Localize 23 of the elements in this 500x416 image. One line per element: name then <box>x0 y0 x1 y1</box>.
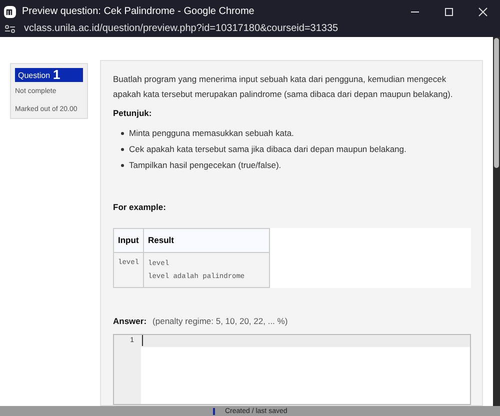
hint-text: Cek apakah kata tersebut sama jika dibaca dari depan maupun belakang. <box>129 143 406 156</box>
text-cursor <box>142 335 143 346</box>
column-header: Input <box>114 228 144 252</box>
scrollbar[interactable] <box>493 37 500 406</box>
answer-label: Answer: <box>113 314 147 328</box>
bullet-icon <box>121 148 124 152</box>
bullet-icon <box>121 132 124 136</box>
site-settings-icon[interactable] <box>4 24 16 34</box>
hints-heading: Petunjuk: <box>113 107 153 120</box>
question-label: Question <box>18 72 50 82</box>
bullet-icon <box>121 164 124 168</box>
hint-text: Tampilkan hasil pengecekan (true/false). <box>129 159 282 172</box>
penalty-text: (penalty regime: 5, 10, 20, 22, ... %) <box>152 314 288 328</box>
column-header: Result <box>144 228 270 252</box>
question-number: 1 <box>53 68 60 82</box>
maximize-icon[interactable] <box>444 6 454 16</box>
app-icon <box>4 6 16 18</box>
example-heading: For example: <box>113 200 167 214</box>
question-text: Buatlah program yang menerima input sebuah kata dari pengguna, kemudian mengecek apakah kata tersebut merupakan palindrome (sama dibaca dari depan maupun belakang). <box>113 73 454 101</box>
url-text[interactable]: vclass.unila.ac.id/question/preview.php?id=10317180&courseid=31335 <box>24 24 338 34</box>
window-title: Preview question: Cek Palindrome - Google Chrome <box>22 5 256 19</box>
close-icon[interactable] <box>478 6 488 16</box>
hint-text: Minta pengguna memasukkan sebuah kata. <box>129 127 294 140</box>
